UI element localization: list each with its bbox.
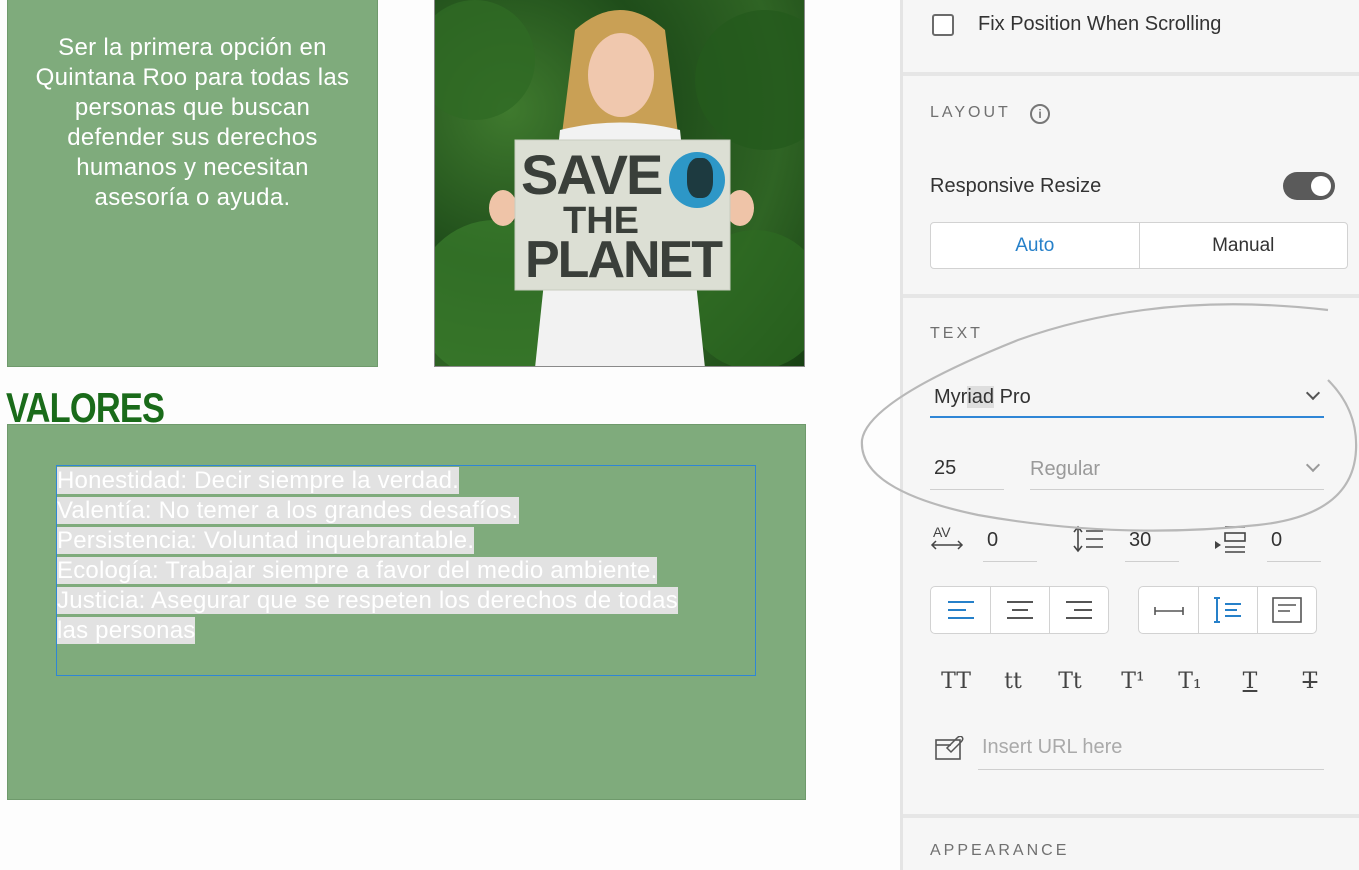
align-left-button[interactable]	[931, 587, 990, 633]
fix-position-label: Fix Position When Scrolling	[978, 13, 1222, 35]
align-right-button[interactable]	[1049, 587, 1108, 633]
mission-box[interactable]: Ser la primera opción en Quintana Roo pa…	[7, 0, 378, 367]
layout-section: LAYOUT i Responsive Resize Auto Manual	[903, 76, 1359, 298]
text-style-row: TT tt Tt T¹ T₁ T T	[930, 662, 1330, 702]
mode-manual-button[interactable]: Manual	[1138, 223, 1348, 268]
paragraph-spacing-input[interactable]: 0	[1267, 524, 1321, 562]
character-spacing-input[interactable]: 0	[983, 524, 1037, 562]
area-text-icon	[1214, 597, 1241, 623]
scroll-section: Fix Position When Scrolling	[903, 0, 1359, 76]
mode-auto-button[interactable]: Auto	[931, 223, 1139, 268]
globe-icon	[669, 152, 725, 208]
align-right-icon	[1066, 601, 1092, 619]
font-family-dropdown[interactable]: Myriad Pro	[930, 380, 1324, 418]
text-section-title: TEXT	[930, 325, 983, 342]
title-case-button[interactable]: Tt	[1048, 662, 1092, 702]
mission-text[interactable]: Ser la primera opción en Quintana Roo pa…	[28, 33, 357, 213]
fixed-text-icon	[1272, 597, 1302, 623]
paragraph-spacing-icon	[1215, 526, 1246, 553]
text-selection-frame[interactable]	[56, 465, 756, 676]
area-text-button[interactable]	[1198, 587, 1257, 633]
sign-line-save: SAVE	[521, 143, 663, 206]
subscript-button[interactable]: T₁	[1168, 662, 1212, 702]
fixed-text-button[interactable]	[1257, 587, 1316, 633]
hyperlink-icon[interactable]	[935, 736, 965, 760]
chevron-down-icon	[1305, 385, 1321, 401]
align-center-button[interactable]	[990, 587, 1049, 633]
font-family-suffix: Pro	[994, 386, 1031, 408]
character-spacing-icon: AV	[930, 524, 964, 550]
font-weight-placeholder: Regular	[1030, 458, 1101, 480]
planet-photo[interactable]: SAVE THE PLANET	[434, 0, 805, 367]
responsive-resize-toggle[interactable]	[1283, 172, 1335, 200]
sign-line-planet: PLANET	[525, 231, 723, 289]
font-size-input[interactable]: 25	[930, 452, 1004, 490]
align-center-icon	[1007, 601, 1033, 619]
font-family-highlight: iad	[967, 386, 995, 408]
layout-section-title: LAYOUT	[930, 104, 1011, 121]
properties-panel: Fix Position When Scrolling LAYOUT i Res…	[900, 0, 1359, 870]
text-box-type-group	[1138, 586, 1317, 634]
svg-text:AV: AV	[933, 524, 951, 540]
align-left-icon	[947, 601, 974, 619]
point-text-button[interactable]	[1139, 587, 1198, 633]
strikethrough-button[interactable]: T	[1288, 662, 1332, 702]
font-family-prefix: Myr	[934, 386, 968, 408]
appearance-section-title[interactable]: APPEARANCE	[930, 842, 1069, 860]
lowercase-button[interactable]: tt	[991, 662, 1035, 702]
url-input[interactable]: Insert URL here	[978, 728, 1324, 770]
underline-button[interactable]: T	[1228, 662, 1272, 702]
all-caps-button[interactable]: TT	[934, 662, 978, 702]
sign-text: SAVE THE PLANET	[517, 142, 728, 289]
point-text-icon	[1153, 607, 1184, 615]
font-weight-dropdown[interactable]: Regular	[1030, 452, 1324, 490]
resize-mode-segmented: Auto Manual	[930, 222, 1348, 269]
line-spacing-input[interactable]: 30	[1125, 524, 1179, 562]
superscript-button[interactable]: T¹	[1111, 662, 1155, 702]
text-align-group	[930, 586, 1109, 634]
responsive-resize-label: Responsive Resize	[930, 175, 1102, 197]
chevron-down-icon	[1305, 457, 1321, 473]
values-box[interactable]: Honestidad: Decir siempre la verdad. Val…	[7, 424, 806, 800]
design-canvas[interactable]: Ser la primera opción en Quintana Roo pa…	[0, 0, 900, 870]
line-spacing-icon	[1073, 525, 1103, 553]
info-icon[interactable]: i	[1030, 104, 1050, 124]
fix-position-checkbox[interactable]	[932, 13, 954, 36]
fix-position-row[interactable]: Fix Position When Scrolling	[932, 13, 1221, 36]
toggle-knob	[1311, 176, 1331, 196]
